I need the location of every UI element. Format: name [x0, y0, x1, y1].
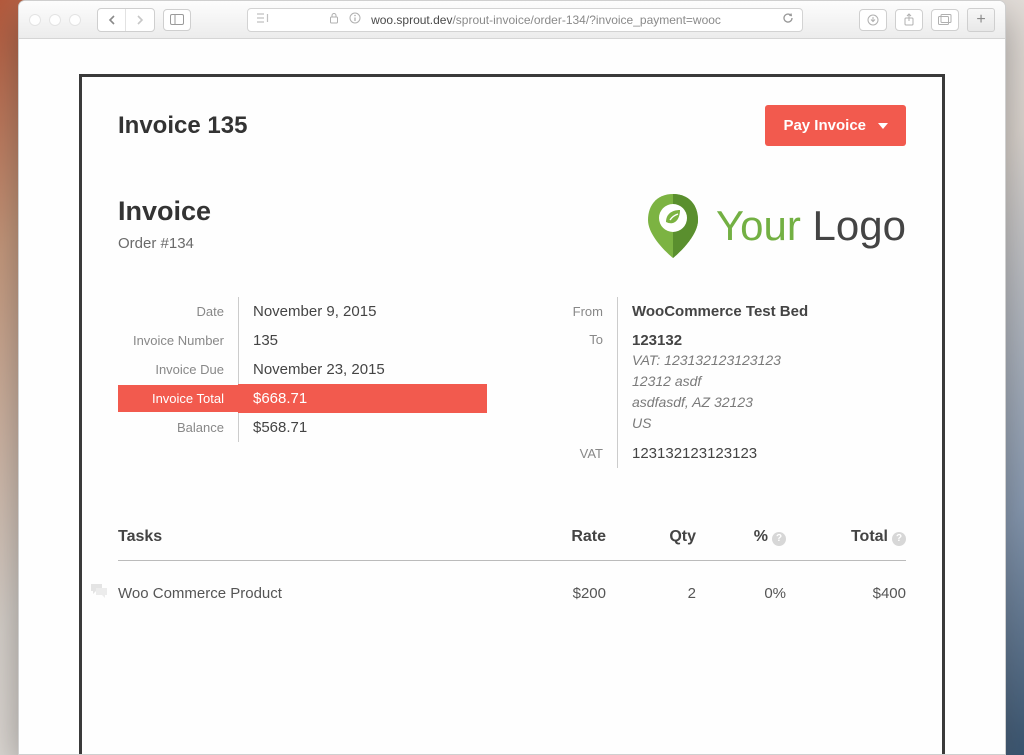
table-row: Woo Commerce Product $200 2 0% $400 — [118, 561, 906, 626]
table-header: Tasks Rate Qty %? Total? — [118, 528, 906, 561]
line-items-table: Tasks Rate Qty %? Total? Woo Commerce Pr… — [118, 528, 906, 626]
item-total: $400 — [786, 585, 906, 602]
invoice-heading: Invoice — [118, 196, 211, 227]
url-text: woo.sprout.dev/sprout-invoice/order-134/… — [371, 13, 721, 27]
invoice-due-value: November 23, 2015 — [238, 355, 487, 384]
balance-label: Balance — [118, 414, 238, 441]
help-icon[interactable]: ? — [772, 532, 786, 546]
to-value: 123132 VAT: 123132123123123 12312 asdf a… — [617, 326, 906, 439]
from-value: WooCommerce Test Bed — [617, 297, 906, 326]
pay-invoice-button[interactable]: Pay Invoice — [765, 105, 906, 146]
lock-icon — [329, 12, 339, 27]
logo-text: Your Logo — [716, 202, 906, 250]
new-tab-button[interactable]: + — [967, 8, 995, 32]
minimize-window-button[interactable] — [49, 14, 61, 26]
invoice-total-label: Invoice Total — [118, 385, 238, 412]
date-label: Date — [118, 298, 238, 325]
pay-invoice-label: Pay Invoice — [783, 117, 866, 134]
leaf-pin-icon — [644, 190, 702, 262]
address-bar[interactable]: woo.sprout.dev/sprout-invoice/order-134/… — [247, 8, 803, 32]
page-title: Invoice 135 — [118, 112, 247, 140]
invoice-total-value: $668.71 — [238, 384, 487, 413]
close-window-button[interactable] — [29, 14, 41, 26]
download-button[interactable] — [859, 9, 887, 31]
invoice-number-value: 135 — [238, 326, 487, 355]
order-number: Order #134 — [118, 235, 211, 252]
browser-window: woo.sprout.dev/sprout-invoice/order-134/… — [18, 0, 1006, 755]
share-button[interactable] — [895, 9, 923, 31]
forward-button[interactable] — [126, 9, 154, 31]
help-icon[interactable]: ? — [892, 532, 906, 546]
col-tasks: Tasks — [118, 528, 506, 546]
invoice-meta-left: Date November 9, 2015 Invoice Number 135… — [118, 297, 487, 468]
nav-back-forward — [97, 8, 155, 32]
tabs-button[interactable] — [931, 9, 959, 31]
back-button[interactable] — [98, 9, 126, 31]
reader-icon — [256, 12, 269, 27]
from-label: From — [537, 298, 617, 325]
sidebar-button[interactable] — [163, 9, 191, 31]
invoice-due-label: Invoice Due — [118, 356, 238, 383]
browser-titlebar: woo.sprout.dev/sprout-invoice/order-134/… — [19, 1, 1005, 39]
item-percent: 0% — [696, 585, 786, 602]
item-qty: 2 — [606, 585, 696, 602]
date-value: November 9, 2015 — [238, 297, 487, 326]
company-logo: Your Logo — [644, 190, 906, 262]
item-name: Woo Commerce Product — [118, 585, 506, 602]
invoice-card: Invoice 135 Pay Invoice Invoice Order #1… — [79, 74, 945, 754]
chevron-down-icon — [878, 123, 888, 129]
invoice-number-label: Invoice Number — [118, 327, 238, 354]
col-total: Total? — [786, 528, 906, 546]
col-percent: %? — [696, 528, 786, 546]
col-qty: Qty — [606, 528, 696, 546]
zoom-window-button[interactable] — [69, 14, 81, 26]
vat-value: 123132123123123 — [617, 439, 906, 468]
traffic-lights — [29, 14, 81, 26]
info-icon — [349, 12, 361, 27]
comment-icon[interactable] — [90, 583, 108, 603]
reload-button[interactable] — [782, 12, 794, 27]
invoice-meta-right: From WooCommerce Test Bed To 123132 VAT:… — [537, 297, 906, 468]
vat-label: VAT — [537, 440, 617, 467]
to-label: To — [537, 326, 617, 353]
col-rate: Rate — [506, 528, 606, 546]
balance-value: $568.71 — [238, 413, 487, 442]
item-rate: $200 — [506, 585, 606, 602]
browser-viewport: Invoice 135 Pay Invoice Invoice Order #1… — [19, 39, 1005, 754]
